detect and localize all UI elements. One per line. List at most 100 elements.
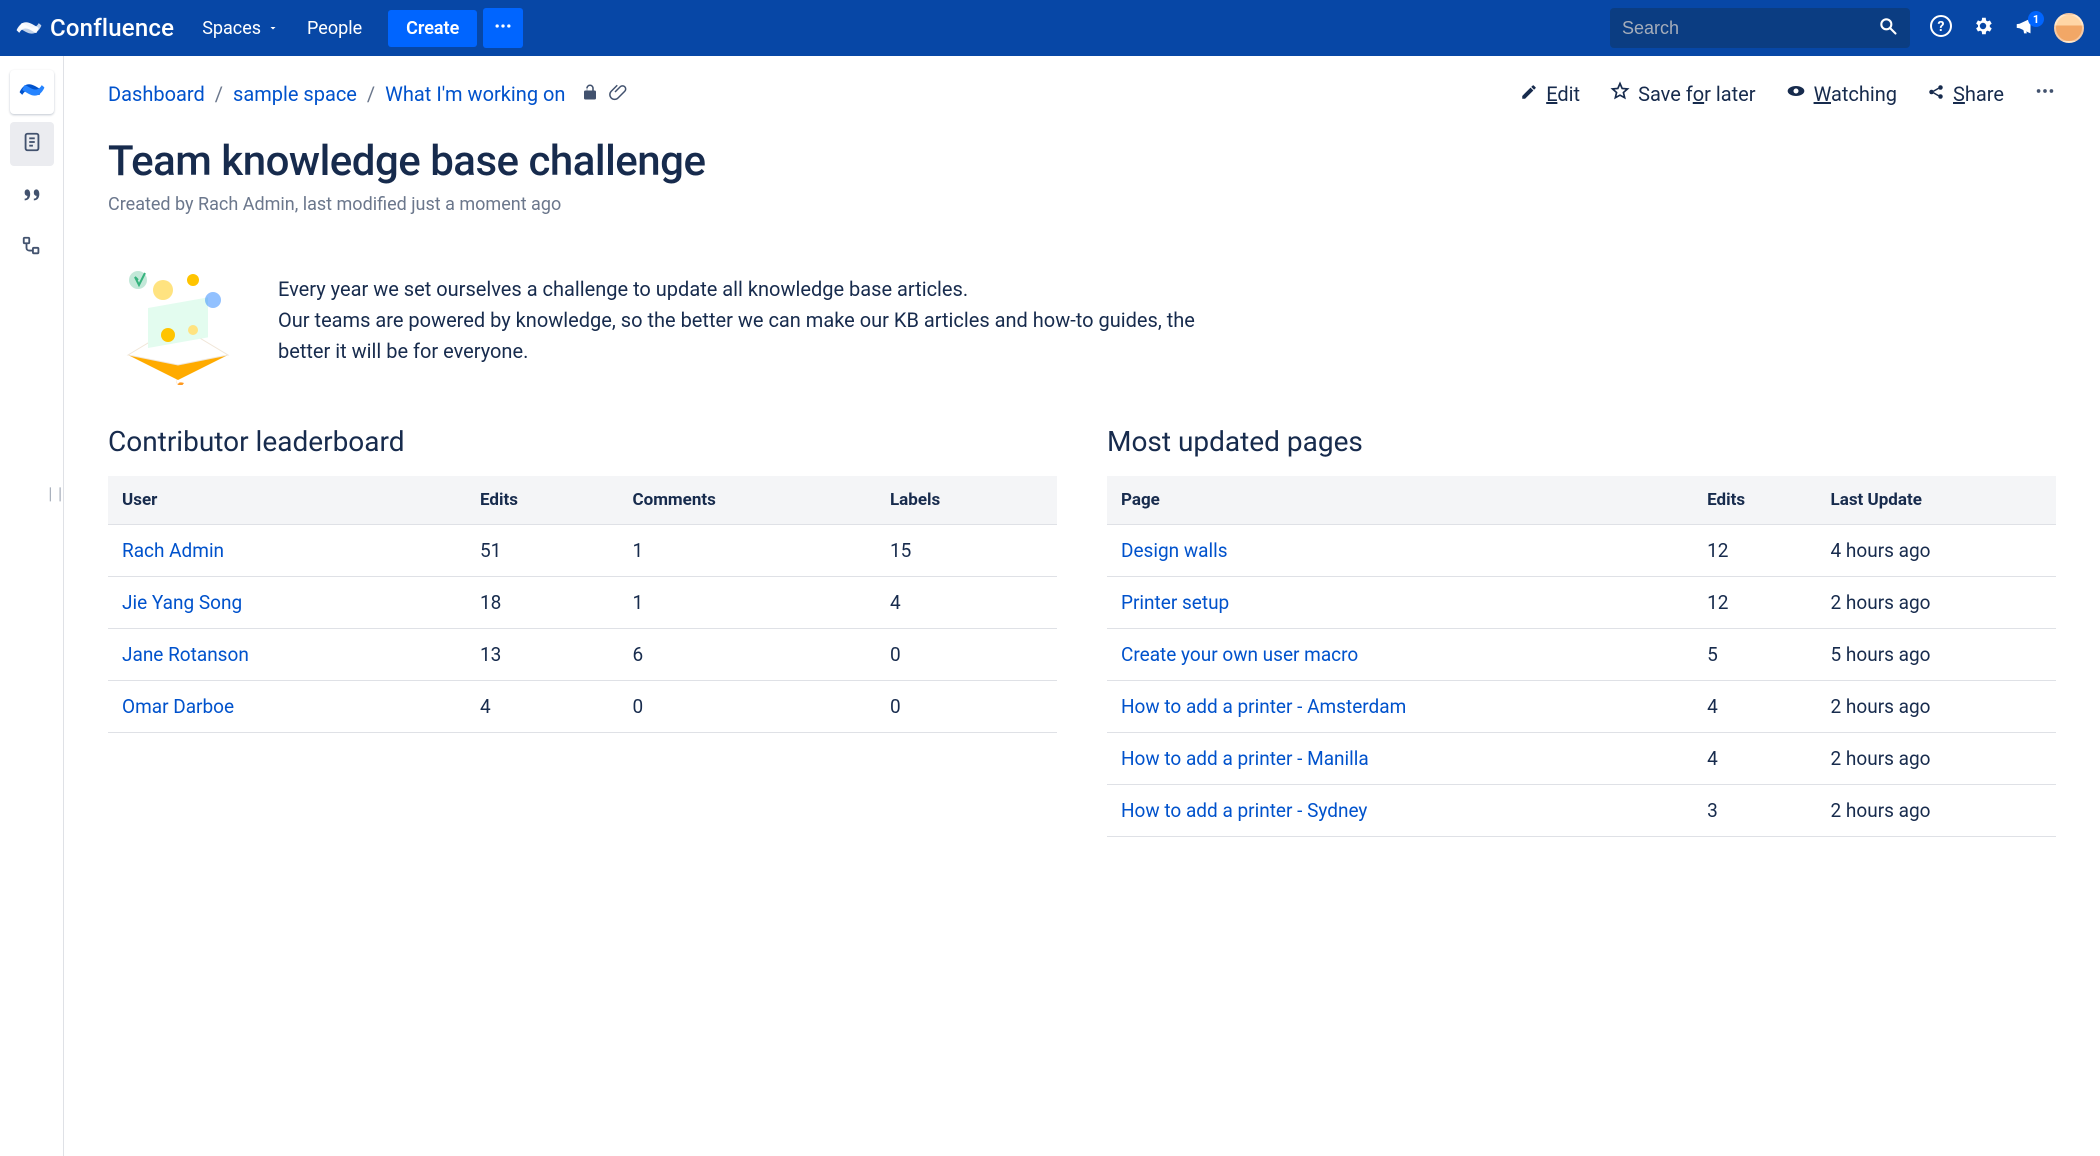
page-link[interactable]: How to add a printer - Amsterdam [1121, 695, 1406, 718]
search-icon [1878, 16, 1898, 40]
pages-nav[interactable] [10, 122, 54, 166]
confluence-logo-icon [16, 15, 42, 41]
updated-pages-table: Page Edits Last Update Design walls124 h… [1107, 476, 2056, 837]
user-link[interactable]: Jane Rotanson [122, 643, 249, 666]
confluence-space-icon [19, 77, 45, 107]
nav-people[interactable]: People [295, 10, 374, 47]
cell-edits: 3 [1693, 785, 1816, 837]
cell-last-update: 2 hours ago [1817, 681, 2056, 733]
col-edits: Edits [1693, 476, 1816, 525]
star-icon [1610, 81, 1630, 106]
attachments-icon[interactable] [609, 82, 627, 106]
restrictions-icon[interactable] [581, 82, 599, 106]
breadcrumb: Dashboard / sample space / What I'm work… [108, 82, 627, 106]
blog-nav[interactable] [10, 174, 54, 218]
table-row: Jie Yang Song1814 [108, 577, 1057, 629]
primary-nav: Spaces People Create [190, 8, 523, 48]
save-for-later-button[interactable]: Save for later [1610, 81, 1756, 106]
breadcrumb-space[interactable]: sample space [233, 82, 357, 106]
ellipsis-icon [493, 16, 513, 40]
intro-text: Every year we set ourselves a challenge … [278, 274, 1228, 367]
cell-last-update: 4 hours ago [1817, 525, 2056, 577]
user-link[interactable]: Rach Admin [122, 539, 224, 562]
page-link[interactable]: Design walls [1121, 539, 1228, 562]
cell-last-update: 2 hours ago [1817, 577, 2056, 629]
page-actions: Edit Save for later Watching [1520, 80, 2056, 107]
left-sidebar: ❘❘ [0, 56, 64, 1156]
cell-edits: 18 [466, 577, 619, 629]
nav-spaces[interactable]: Spaces [190, 10, 291, 47]
col-last-update: Last Update [1817, 476, 2056, 525]
product-logo[interactable]: Confluence [16, 14, 174, 42]
tree-icon [21, 235, 43, 261]
cell-comments: 1 [618, 525, 876, 577]
col-comments: Comments [618, 476, 876, 525]
notifications-button[interactable]: 1 [2012, 15, 2038, 41]
nav-spaces-label: Spaces [202, 18, 261, 39]
cell-comments: 6 [618, 629, 876, 681]
settings-button[interactable] [1970, 15, 1996, 41]
breadcrumb-separator: / [367, 82, 375, 106]
cell-labels: 4 [876, 577, 1057, 629]
cell-edits: 5 [1693, 629, 1816, 681]
ellipsis-icon [2034, 80, 2056, 107]
sidebar-collapse-handle[interactable]: ❘❘ [45, 486, 64, 502]
page-byline: Created by Rach Admin, last modified jus… [108, 194, 2056, 215]
table-row: Jane Rotanson1360 [108, 629, 1057, 681]
gear-icon [1972, 15, 1994, 41]
table-row: Printer setup122 hours ago [1107, 577, 2056, 629]
user-link[interactable]: Jie Yang Song [122, 591, 242, 614]
save-label: Save for later [1638, 82, 1756, 106]
edit-button[interactable]: Edit [1520, 82, 1580, 106]
share-icon [1927, 82, 1945, 106]
more-actions-button[interactable] [2034, 80, 2056, 107]
user-link[interactable]: Omar Darboe [122, 695, 234, 718]
intro-illustration [108, 255, 248, 385]
cell-edits: 4 [1693, 681, 1816, 733]
search-box[interactable] [1610, 8, 1910, 48]
table-row: How to add a printer - Amsterdam 42 hours… [1107, 681, 2056, 733]
page-title: Team knowledge base challenge [108, 137, 2056, 186]
table-row: How to add a printer - Manilla42 hours a… [1107, 733, 2056, 785]
main-content: Dashboard / sample space / What I'm work… [64, 56, 2100, 1156]
cell-last-update: 2 hours ago [1817, 785, 2056, 837]
help-icon: ? [1929, 14, 1953, 42]
breadcrumb-separator: / [215, 82, 223, 106]
tree-nav[interactable] [10, 226, 54, 270]
breadcrumb-dashboard[interactable]: Dashboard [108, 82, 205, 106]
user-avatar[interactable] [2054, 13, 2084, 43]
notification-badge: 1 [2028, 11, 2044, 27]
share-label: Share [1953, 82, 2004, 106]
help-button[interactable]: ? [1928, 15, 1954, 41]
table-row: How to add a printer - Sydney 32 hours ag… [1107, 785, 2056, 837]
create-more-button[interactable] [483, 8, 523, 48]
space-shortcut[interactable] [10, 70, 54, 114]
eye-filled-icon [1786, 81, 1806, 106]
leaderboard-table: User Edits Comments Labels Rach Admin511… [108, 476, 1057, 733]
cell-comments: 0 [618, 681, 876, 733]
page-link[interactable]: How to add a printer - Sydney [1121, 799, 1367, 822]
topbar-right-icons: ? 1 [1928, 13, 2084, 43]
updated-pages-section: Most updated pages Page Edits Last Updat… [1107, 425, 2056, 837]
share-button[interactable]: Share [1927, 82, 2004, 106]
intro-line1: Every year we set ourselves a challenge … [278, 274, 1228, 305]
page-link[interactable]: Create your own user macro [1121, 643, 1358, 666]
top-navigation: Confluence Spaces People Create ? [0, 0, 2100, 56]
col-user: User [108, 476, 466, 525]
page-link[interactable]: How to add a printer - Manilla [1121, 747, 1369, 770]
chevron-down-icon [267, 18, 279, 39]
cell-edits: 13 [466, 629, 619, 681]
quote-icon [21, 183, 43, 209]
create-button[interactable]: Create [388, 10, 477, 47]
table-row: Omar Darboe400 [108, 681, 1057, 733]
col-page: Page [1107, 476, 1693, 525]
cell-labels: 0 [876, 681, 1057, 733]
watching-button[interactable]: Watching [1786, 81, 1897, 106]
pencil-icon [1520, 82, 1538, 106]
table-row: Create your own user macro55 hours ago [1107, 629, 2056, 681]
search-input[interactable] [1622, 18, 1878, 39]
watching-label: Watching [1814, 82, 1897, 106]
page-link[interactable]: Printer setup [1121, 591, 1229, 614]
cell-labels: 15 [876, 525, 1057, 577]
breadcrumb-parent[interactable]: What I'm working on [385, 82, 565, 106]
